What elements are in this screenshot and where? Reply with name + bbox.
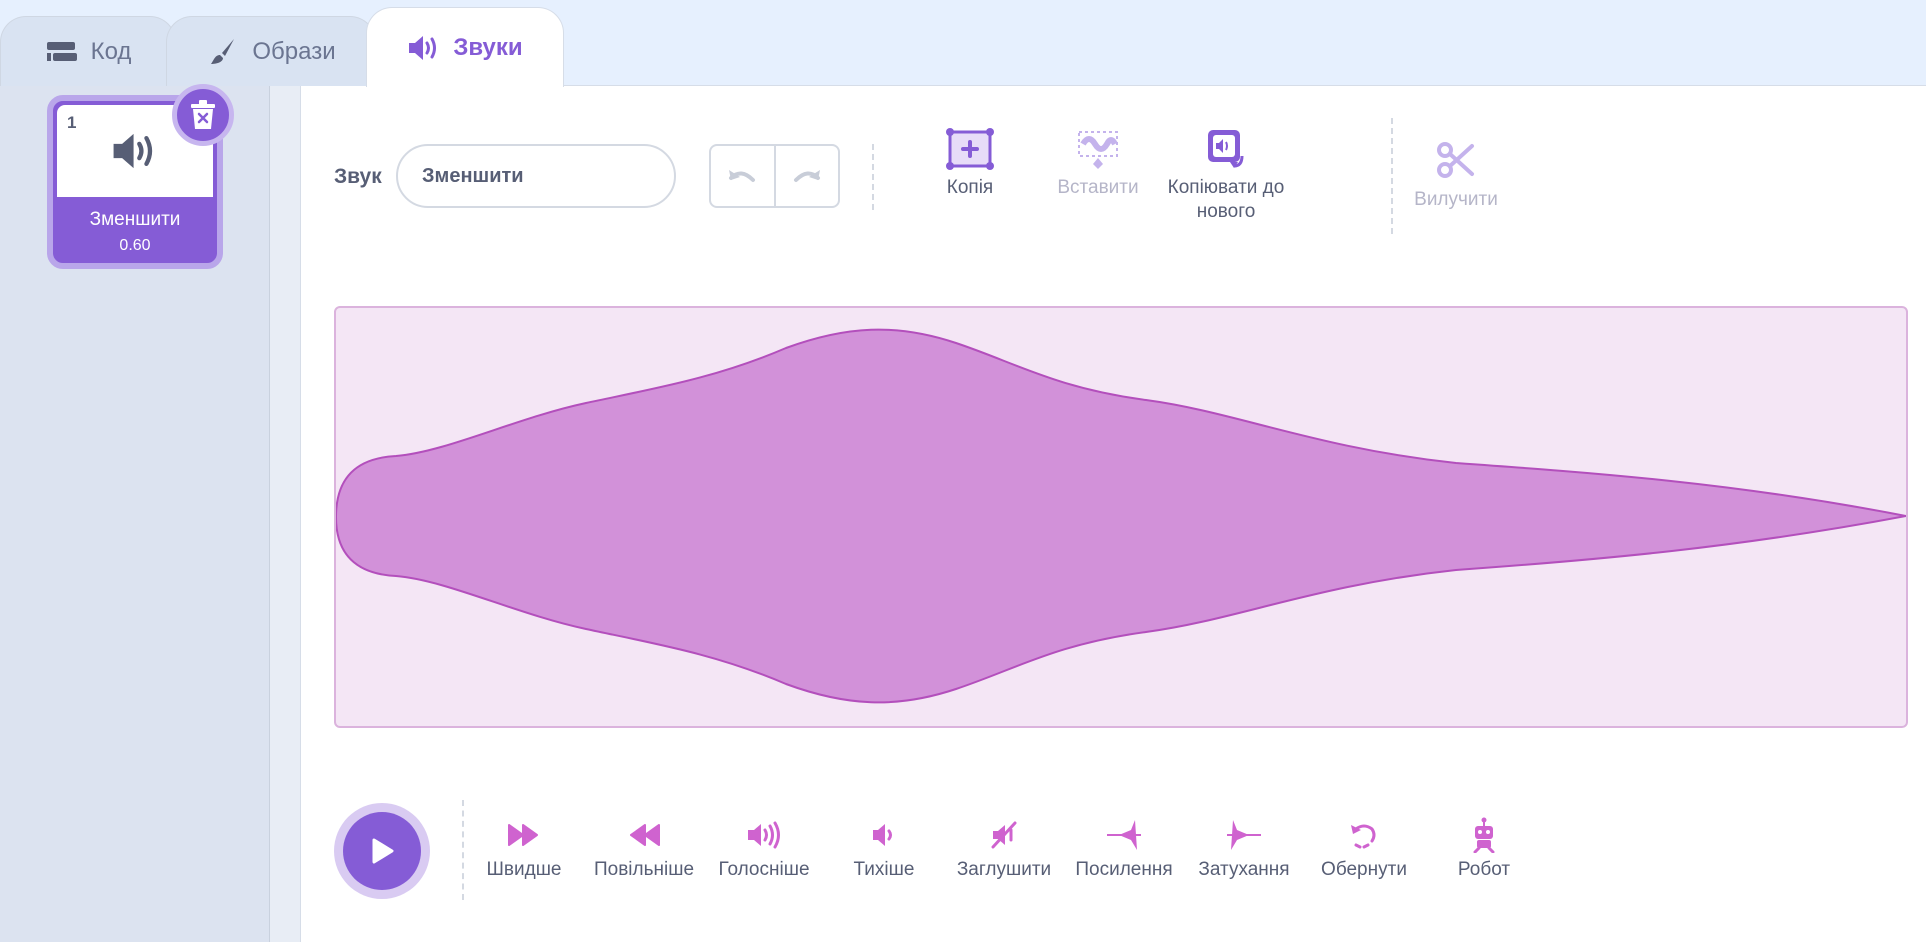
undo-redo-group bbox=[709, 144, 840, 208]
sound-name-input[interactable] bbox=[396, 144, 676, 208]
faster-icon bbox=[508, 824, 538, 846]
copy-icon bbox=[946, 128, 994, 170]
sound-item-duration: 0.60 bbox=[119, 237, 151, 254]
toolbar-divider-2 bbox=[1391, 118, 1393, 234]
effect-fade-out-button[interactable]: Затухання bbox=[1184, 815, 1304, 881]
scissors-icon bbox=[1437, 142, 1474, 178]
tab-costumes-label: Образи bbox=[252, 37, 336, 65]
copy-to-new-icon bbox=[1208, 130, 1244, 168]
delete-label: Вилучити bbox=[1414, 189, 1498, 210]
robot-icon bbox=[1473, 817, 1495, 853]
delete-sound-button[interactable] bbox=[172, 84, 234, 146]
play-button-inner bbox=[343, 812, 421, 890]
toolbar-divider bbox=[872, 144, 874, 210]
tab-code[interactable]: Код bbox=[0, 16, 176, 86]
effect-slower-button[interactable]: Повільніше bbox=[584, 815, 704, 881]
fade-in-icon bbox=[1107, 820, 1141, 850]
effect-softer-label: Тихіше bbox=[853, 859, 915, 880]
play-sound-button[interactable] bbox=[334, 803, 430, 899]
effect-faster-label: Швидше bbox=[486, 859, 562, 880]
undo-icon bbox=[729, 170, 756, 182]
effect-louder-button[interactable]: Голосніше bbox=[704, 815, 824, 881]
redo-button[interactable] bbox=[773, 146, 839, 206]
louder-icon bbox=[748, 821, 780, 849]
effect-slower-label: Повільніше bbox=[593, 859, 695, 880]
copy-to-new-label-line1: Копіювати до bbox=[1167, 177, 1285, 198]
tab-code-label: Код bbox=[90, 37, 132, 65]
effect-softer-button[interactable]: Тихіше bbox=[824, 815, 944, 881]
tab-sounds[interactable]: Звуки bbox=[366, 7, 564, 87]
code-blocks-icon bbox=[45, 37, 79, 67]
copy-to-new-button[interactable]: Копіювати до нового bbox=[1158, 128, 1294, 224]
sound-item-name: Зменшити bbox=[89, 209, 181, 230]
effect-fade-in-label: Посилення bbox=[1075, 859, 1173, 880]
paintbrush-icon bbox=[206, 37, 240, 67]
editor-tab-bar: Код Образи Звуки bbox=[0, 0, 1926, 87]
waveform bbox=[336, 328, 1906, 704]
mute-icon bbox=[991, 821, 1017, 849]
tab-sounds-label: Звуки bbox=[453, 33, 523, 61]
paste-label: Вставити bbox=[1057, 177, 1139, 198]
copy-button[interactable]: Копія bbox=[920, 128, 1020, 200]
softer-icon bbox=[873, 824, 892, 846]
effect-louder-label: Голосніше bbox=[718, 859, 810, 880]
copy-label: Копія bbox=[946, 177, 994, 198]
effect-reverse-label: Обернути bbox=[1321, 859, 1407, 880]
effect-mute-button[interactable]: Заглушити bbox=[944, 815, 1064, 881]
effect-robot-label: Робот bbox=[1457, 859, 1511, 880]
redo-icon bbox=[793, 170, 820, 182]
fade-out-icon bbox=[1227, 820, 1261, 850]
waveform-panel[interactable] bbox=[334, 306, 1908, 728]
sound-index: 1 bbox=[67, 113, 77, 132]
trash-icon bbox=[191, 100, 215, 129]
paste-icon bbox=[1078, 131, 1118, 169]
sound-name-label: Звук bbox=[334, 165, 382, 188]
effect-faster-button[interactable]: Швидше bbox=[464, 815, 584, 881]
effect-mute-label: Заглушити bbox=[956, 859, 1052, 880]
paste-button[interactable]: Вставити bbox=[1048, 128, 1148, 200]
tab-costumes[interactable]: Образи bbox=[166, 16, 376, 86]
effect-reverse-button[interactable]: Обернути bbox=[1304, 815, 1424, 881]
effect-robot-button[interactable]: Робот bbox=[1424, 815, 1544, 881]
delete-button[interactable]: Вилучити bbox=[1406, 140, 1506, 212]
play-icon bbox=[372, 838, 394, 864]
effect-fade-out-label: Затухання bbox=[1198, 859, 1290, 880]
sidebar-divider bbox=[270, 86, 300, 942]
effect-fade-in-button[interactable]: Посилення bbox=[1064, 815, 1184, 881]
copy-to-new-label-line2: нового bbox=[1196, 201, 1256, 222]
reverse-icon bbox=[1351, 824, 1376, 849]
speaker-icon bbox=[113, 133, 153, 169]
speaker-icon bbox=[407, 33, 441, 63]
slower-icon bbox=[630, 824, 660, 846]
undo-button[interactable] bbox=[711, 146, 774, 206]
